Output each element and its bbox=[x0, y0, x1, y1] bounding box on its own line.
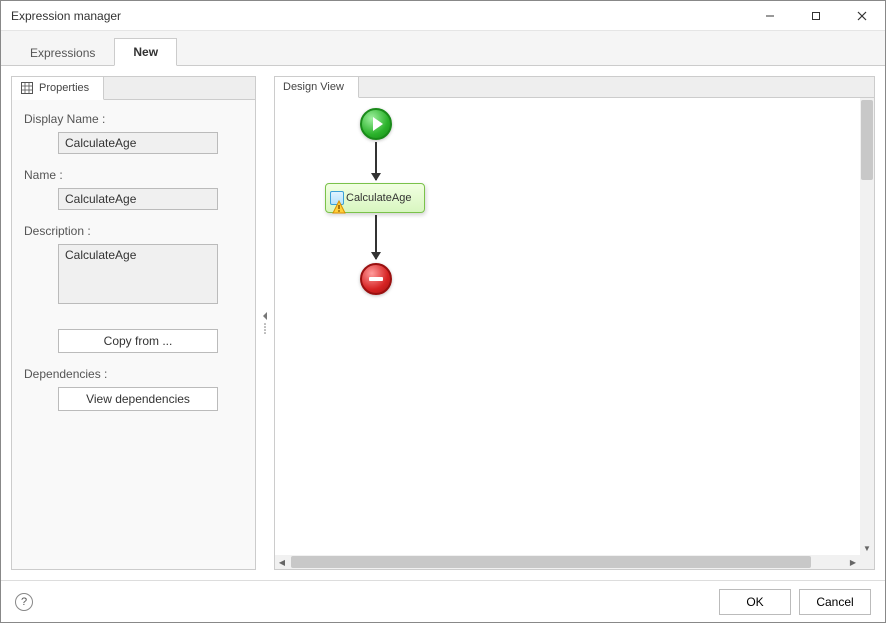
expression-node[interactable]: CalculateAge bbox=[325, 183, 425, 213]
ok-button[interactable]: OK bbox=[719, 589, 791, 615]
properties-body: Display Name : Name : Description : Copy… bbox=[12, 100, 255, 569]
properties-panel: Properties Display Name : Name : Descrip… bbox=[11, 76, 256, 570]
horizontal-scroll-thumb[interactable] bbox=[291, 556, 811, 568]
name-group: Name : bbox=[24, 168, 243, 210]
expression-node-label: CalculateAge bbox=[346, 192, 411, 204]
scroll-down-icon[interactable]: ▼ bbox=[860, 541, 874, 555]
splitter-handle[interactable] bbox=[262, 76, 268, 570]
vertical-scroll-thumb[interactable] bbox=[861, 100, 873, 180]
help-icon[interactable]: ? bbox=[15, 593, 33, 611]
name-field[interactable] bbox=[58, 188, 218, 210]
tab-properties[interactable]: Properties bbox=[12, 77, 104, 100]
design-view-tab-label: Design View bbox=[283, 81, 344, 93]
scroll-right-icon[interactable]: ▶ bbox=[846, 555, 860, 569]
warning-icon bbox=[332, 200, 346, 214]
design-canvas[interactable]: CalculateAge bbox=[275, 98, 860, 555]
footer-bar: ? OK Cancel bbox=[1, 580, 885, 622]
view-dependencies-button[interactable]: View dependencies bbox=[58, 387, 218, 411]
description-field[interactable] bbox=[58, 244, 218, 304]
design-canvas-wrap: CalculateAge ▲ ▼ bbox=[275, 98, 874, 569]
description-group: Description : bbox=[24, 224, 243, 307]
scroll-corner bbox=[860, 555, 874, 569]
design-tabs: Design View bbox=[275, 77, 874, 98]
dependencies-group: Dependencies : View dependencies bbox=[24, 367, 243, 411]
flow-arrow-icon bbox=[375, 215, 377, 259]
name-label: Name : bbox=[24, 168, 243, 182]
dependencies-label: Dependencies : bbox=[24, 367, 243, 381]
stop-node-icon[interactable] bbox=[360, 263, 392, 295]
grid-icon bbox=[20, 81, 34, 95]
tab-expressions[interactable]: Expressions bbox=[11, 39, 114, 66]
content-area: Properties Display Name : Name : Descrip… bbox=[1, 66, 885, 580]
display-name-group: Display Name : bbox=[24, 112, 243, 154]
tab-design-view[interactable]: Design View bbox=[275, 77, 359, 98]
scroll-left-icon[interactable]: ◀ bbox=[275, 555, 289, 569]
titlebar: Expression manager bbox=[1, 1, 885, 31]
properties-tab-label: Properties bbox=[39, 82, 89, 94]
window-title: Expression manager bbox=[11, 9, 747, 23]
display-name-label: Display Name : bbox=[24, 112, 243, 126]
properties-tabs: Properties bbox=[12, 77, 255, 100]
vertical-scrollbar[interactable]: ▲ ▼ bbox=[860, 98, 874, 555]
design-panel: Design View CalculateAge bbox=[274, 76, 875, 570]
copy-from-group: Copy from ... bbox=[24, 329, 243, 353]
copy-from-button[interactable]: Copy from ... bbox=[58, 329, 218, 353]
horizontal-scrollbar[interactable]: ◀ ▶ bbox=[275, 555, 860, 569]
top-tabs: Expressions New bbox=[1, 31, 885, 66]
cancel-button[interactable]: Cancel bbox=[799, 589, 871, 615]
minimize-button[interactable] bbox=[747, 1, 793, 31]
start-node-icon[interactable] bbox=[360, 108, 392, 140]
maximize-button[interactable] bbox=[793, 1, 839, 31]
display-name-field[interactable] bbox=[58, 132, 218, 154]
flow-arrow-icon bbox=[375, 142, 377, 180]
description-label: Description : bbox=[24, 224, 243, 238]
tab-new[interactable]: New bbox=[114, 38, 177, 66]
close-button[interactable] bbox=[839, 1, 885, 31]
